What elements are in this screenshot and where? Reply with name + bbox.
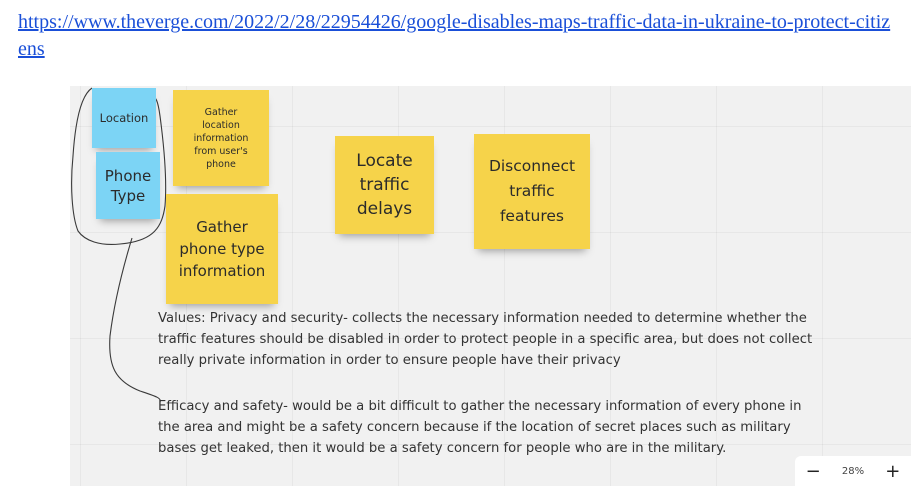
zoom-controls: − 28% + <box>795 456 911 486</box>
sticky-gather-location[interactable]: Gather location information from user's … <box>173 90 269 186</box>
article-link[interactable]: https://www.theverge.com/2022/2/28/22954… <box>18 9 898 63</box>
sticky-gather-phone-type[interactable]: Gather phone type information <box>166 194 278 304</box>
zoom-out-button[interactable]: − <box>806 461 821 482</box>
sticky-phone-type-text: Phone Type <box>104 166 152 205</box>
sticky-locate-traffic[interactable]: Locate traffic delays <box>335 136 434 234</box>
sticky-location[interactable]: Location <box>92 88 156 148</box>
efficacy-text: Efficacy and safety- would be a bit diff… <box>158 399 802 456</box>
sticky-location-text: Location <box>99 111 149 125</box>
whiteboard-canvas[interactable]: Location Phone Type Gather location info… <box>70 86 911 486</box>
sticky-gather-phone-type-text: Gather phone type information <box>178 218 266 280</box>
zoom-level: 28% <box>841 465 865 477</box>
sticky-disconnect-traffic[interactable]: Disconnect traffic features <box>474 134 590 249</box>
sticky-gather-location-text: Gather location information from user's … <box>193 106 249 170</box>
sticky-locate-traffic-text: Locate traffic delays <box>356 151 413 219</box>
zoom-in-button[interactable]: + <box>885 461 900 482</box>
sticky-disconnect-traffic-text: Disconnect traffic features <box>488 157 576 225</box>
sticky-phone-type[interactable]: Phone Type <box>96 152 160 219</box>
values-text: Values: Privacy and security- collects t… <box>158 311 813 368</box>
